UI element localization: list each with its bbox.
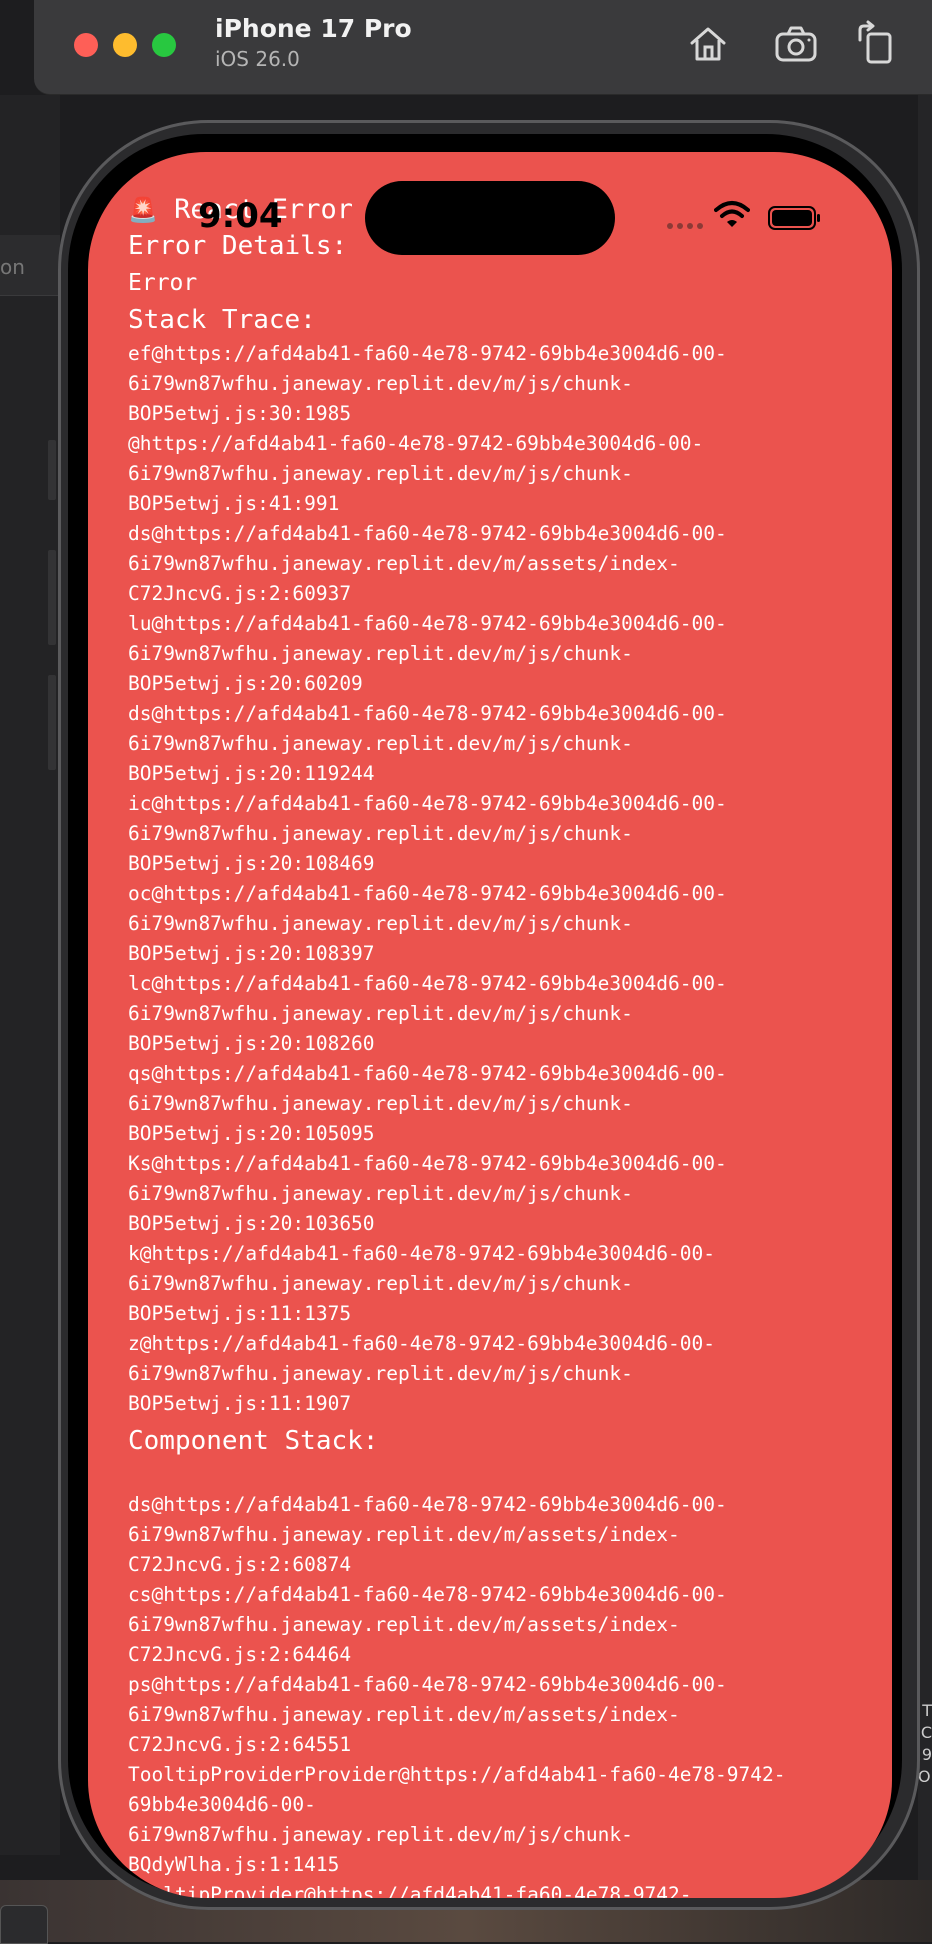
minimize-window-button[interactable] [113, 33, 137, 57]
battery-icon [768, 206, 820, 230]
stack-line: ds@https://afd4ab41-fa60-4e78-9742-69bb4… [128, 702, 727, 725]
stack-line: BOP5etwj.js:11:1907 [128, 1392, 352, 1415]
screenshot-icon[interactable] [772, 20, 820, 68]
stack-line: 6i79wn87wfhu.janeway.replit.dev/m/js/chu… [128, 1182, 633, 1205]
stack-trace: ef@https://afd4ab41-fa60-4e78-9742-69bb4… [128, 339, 868, 1419]
background-window-left: on [0, 95, 60, 1855]
stack-line: oc@https://afd4ab41-fa60-4e78-9742-69bb4… [128, 882, 727, 905]
stack-line: 6i79wn87wfhu.janeway.replit.dev/m/assets… [128, 1523, 680, 1546]
stack-line: C72JncvG.js:2:64464 [128, 1643, 352, 1666]
background-window-right [918, 95, 932, 1885]
background-marker [48, 675, 56, 770]
stack-line: BOP5etwj.js:20:108260 [128, 1032, 375, 1055]
stack-line: cs@https://afd4ab41-fa60-4e78-9742-69bb4… [128, 1583, 727, 1606]
stack-line: 6i79wn87wfhu.janeway.replit.dev/m/js/chu… [128, 1272, 633, 1295]
stack-line: 6i79wn87wfhu.janeway.replit.dev/m/assets… [128, 1613, 680, 1636]
stack-line: 69bb4e3004d6-00- [128, 1793, 316, 1816]
stack-line: BOP5etwj.js:20:60209 [128, 672, 363, 695]
cellular-dots-icon [667, 223, 703, 229]
stack-line: lu@https://afd4ab41-fa60-4e78-9742-69bb4… [128, 612, 727, 635]
stack-line: ds@https://afd4ab41-fa60-4e78-9742-69bb4… [128, 522, 727, 545]
stack-line: BOP5etwj.js:20:103650 [128, 1212, 375, 1235]
rotate-icon[interactable] [852, 20, 900, 68]
stack-line: 6i79wn87wfhu.janeway.replit.dev/m/assets… [128, 552, 680, 575]
stack-line [128, 1460, 868, 1490]
background-marker [48, 550, 56, 645]
error-content: 🚨 React Error Error Details: Error Stack… [128, 192, 868, 1898]
stack-line: 6i79wn87wfhu.janeway.replit.dev/m/js/chu… [128, 372, 633, 395]
stack-line: BOP5etwj.js:20:119244 [128, 762, 375, 785]
stack-line: BQdyWlha.js:1:1415 [128, 1853, 340, 1876]
stack-line: ic@https://afd4ab41-fa60-4e78-9742-69bb4… [128, 792, 727, 815]
stack-line: BOP5etwj.js:20:108397 [128, 942, 375, 965]
stack-line: BOP5etwj.js:20:105095 [128, 1122, 375, 1145]
stack-line: 6i79wn87wfhu.janeway.replit.dev/m/js/chu… [128, 1823, 633, 1846]
stack-line: 6i79wn87wfhu.janeway.replit.dev/m/js/chu… [128, 912, 633, 935]
stack-line: 6i79wn87wfhu.janeway.replit.dev/m/js/chu… [128, 732, 633, 755]
stack-line: 6i79wn87wfhu.janeway.replit.dev/m/assets… [128, 1703, 680, 1726]
background-right-labels: T C 9 OD [918, 1701, 932, 1786]
home-icon[interactable] [684, 20, 732, 68]
stack-line: 6i79wn87wfhu.janeway.replit.dev/m/js/chu… [128, 1092, 633, 1115]
stack-line: ps@https://afd4ab41-fa60-4e78-9742-69bb4… [128, 1673, 727, 1696]
stack-line: qs@https://afd4ab41-fa60-4e78-9742-69bb4… [128, 1062, 727, 1085]
error-message: Error [128, 270, 198, 296]
stack-line: BOP5etwj.js:30:1985 [128, 402, 352, 425]
background-dock-item [0, 1905, 48, 1944]
stack-line: z@https://afd4ab41-fa60-4e78-9742-69bb4e… [128, 1332, 715, 1355]
stack-line: TooltipProviderProvider@https://afd4ab41… [128, 1763, 786, 1786]
stack-line: ds@https://afd4ab41-fa60-4e78-9742-69bb4… [128, 1493, 727, 1516]
component-stack-heading: Component Stack: [128, 1426, 379, 1456]
stack-line: k@https://afd4ab41-fa60-4e78-9742-69bb4e… [128, 1242, 715, 1265]
close-window-button[interactable] [74, 33, 98, 57]
stack-line: 6i79wn87wfhu.janeway.replit.dev/m/js/chu… [128, 1362, 633, 1385]
status-time: 9:04 [198, 196, 283, 236]
zoom-window-button[interactable] [152, 33, 176, 57]
stack-line: 6i79wn87wfhu.janeway.replit.dev/m/js/chu… [128, 1002, 633, 1025]
stack-line: BOP5etwj.js:41:991 [128, 492, 340, 515]
stack-line: BOP5etwj.js:11:1375 [128, 1302, 352, 1325]
wifi-icon [714, 201, 750, 227]
stack-line: C72JncvG.js:2:60937 [128, 582, 352, 605]
stack-line: BOP5etwj.js:20:108469 [128, 852, 375, 875]
stack-line: C72JncvG.js:2:64551 [128, 1733, 352, 1756]
simulator-title-bar: iPhone 17 Pro iOS 26.0 [34, 0, 932, 95]
stack-line: Ks@https://afd4ab41-fa60-4e78-9742-69bb4… [128, 1152, 727, 1175]
os-version: iOS 26.0 [215, 47, 300, 71]
stack-line: ef@https://afd4ab41-fa60-4e78-9742-69bb4… [128, 342, 727, 365]
alarm-light-icon: 🚨 [128, 196, 158, 224]
phone-screen: 9:04 🚨 React Error Error Details: Error … [88, 152, 892, 1898]
stack-line: 6i79wn87wfhu.janeway.replit.dev/m/js/chu… [128, 822, 633, 845]
stack-trace-heading: Stack Trace: [128, 305, 316, 335]
stack-line: @https://afd4ab41-fa60-4e78-9742-69bb4e3… [128, 432, 704, 455]
stack-line: lc@https://afd4ab41-fa60-4e78-9742-69bb4… [128, 972, 727, 995]
background-label: on [0, 255, 25, 279]
device-name: iPhone 17 Pro [215, 14, 412, 43]
stack-line: 6i79wn87wfhu.janeway.replit.dev/m/js/chu… [128, 462, 633, 485]
stack-line: TooltipProvider@https://afd4ab41-fa60-4e… [128, 1883, 692, 1898]
stack-line: 6i79wn87wfhu.janeway.replit.dev/m/js/chu… [128, 642, 633, 665]
background-toolbar-strip: on [0, 235, 60, 296]
component-stack: ds@https://afd4ab41-fa60-4e78-9742-69bb4… [128, 1460, 868, 1898]
background-marker [48, 440, 56, 500]
stack-line: C72JncvG.js:2:60874 [128, 1553, 352, 1576]
dynamic-island [365, 181, 615, 255]
